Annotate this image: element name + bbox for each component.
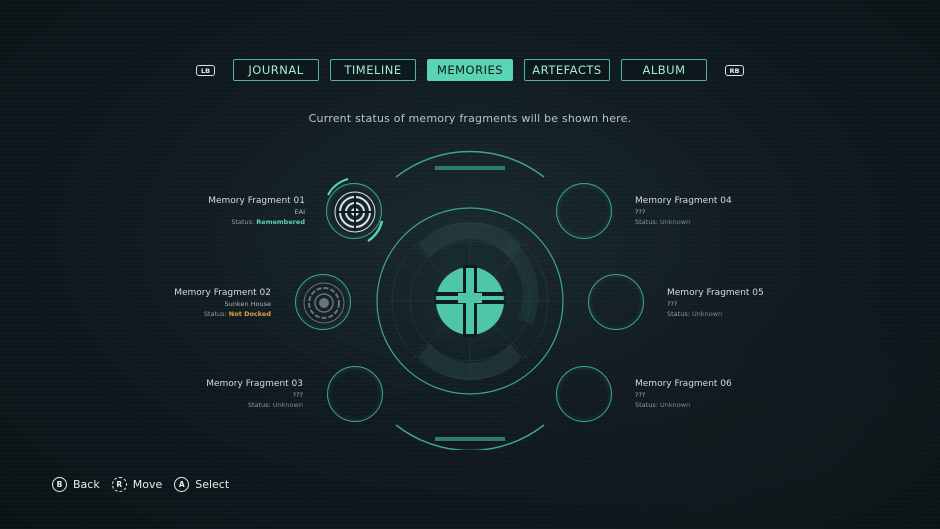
memory-core-graphic (376, 150, 564, 450)
fragment-05-info: Memory Fragment 05 ??? Status: Unknown (667, 287, 807, 319)
status-badge: Unknown (659, 218, 691, 226)
fragment-06-status: Status: Unknown (635, 401, 691, 409)
lb-bumper-icon[interactable]: LB (196, 65, 215, 76)
fragment-02-name: Memory Fragment 02 (174, 288, 271, 298)
fragment-03-info: Memory Fragment 03 ??? Status: Unknown (163, 378, 303, 410)
fragment-04-info: Memory Fragment 04 ??? Status: Unknown (635, 195, 775, 227)
tab-journal[interactable]: JOURNAL (233, 59, 319, 81)
fragment-04-status: Status: Unknown (635, 218, 691, 226)
b-button-icon: B (52, 476, 67, 492)
a-button-icon: A (174, 476, 190, 492)
fragment-03-name: Memory Fragment 03 (206, 379, 303, 389)
fragment-01-info: Memory Fragment 01 EAI Status: Remembere… (165, 195, 305, 227)
fragment-03-location: ??? (292, 391, 303, 399)
status-badge: Unknown (691, 310, 723, 318)
status-badge: Not Docked (228, 310, 271, 318)
status-badge: Unknown (659, 401, 691, 409)
fragment-03-status: Status: Unknown (247, 401, 303, 409)
back-label: Back (73, 477, 100, 491)
fragment-01-status: Status: Remembered (231, 218, 305, 226)
control-hints: B Back R Move A Select (52, 475, 241, 493)
fragment-02-location: Sunken House (224, 300, 271, 308)
fragment-06-location: ??? (635, 391, 646, 399)
fragment-05-status: Status: Unknown (667, 310, 723, 318)
tab-timeline[interactable]: TIMELINE (330, 59, 416, 81)
fragment-02-info: Memory Fragment 02 Sunken House Status: … (131, 287, 271, 319)
fragment-01-location: EAI (294, 208, 305, 216)
fragment-02-status: Status: Not Docked (203, 310, 271, 318)
fragment-01-selection-arc (327, 178, 384, 243)
fragment-01-name: Memory Fragment 01 (208, 196, 305, 206)
move-hint: R Move (111, 476, 163, 492)
fragment-02-icon (303, 282, 345, 324)
tab-bar: LB JOURNAL TIMELINE MEMORIES ARTEFACTS A… (0, 59, 940, 81)
fragment-02-slot[interactable] (295, 274, 351, 330)
status-badge: Unknown (272, 401, 303, 409)
rb-bumper-icon[interactable]: RB (725, 65, 744, 76)
fragment-05-name: Memory Fragment 05 (667, 288, 764, 298)
fragment-05-location: ??? (667, 300, 678, 308)
tab-album[interactable]: ALBUM (621, 59, 707, 81)
tab-memories[interactable]: MEMORIES (427, 59, 513, 81)
fragment-03-slot[interactable] (327, 366, 383, 422)
tab-artefacts[interactable]: ARTEFACTS (524, 59, 610, 81)
select-label: Select (195, 477, 230, 491)
move-label: Move (132, 477, 163, 491)
fragment-04-location: ??? (635, 208, 646, 216)
right-stick-icon: R (111, 476, 127, 492)
back-hint[interactable]: B Back (52, 476, 100, 492)
fragment-06-info: Memory Fragment 06 ??? Status: Unknown (635, 378, 775, 410)
fragment-06-name: Memory Fragment 06 (635, 379, 732, 389)
fragment-06-slot[interactable] (556, 366, 612, 422)
select-hint[interactable]: A Select (174, 476, 230, 492)
fragment-04-slot[interactable] (556, 183, 612, 239)
fragment-05-slot[interactable] (588, 274, 644, 330)
status-badge: Remembered (256, 218, 305, 226)
page-subtitle: Current status of memory fragments will … (308, 112, 632, 125)
fragment-04-name: Memory Fragment 04 (635, 196, 732, 206)
